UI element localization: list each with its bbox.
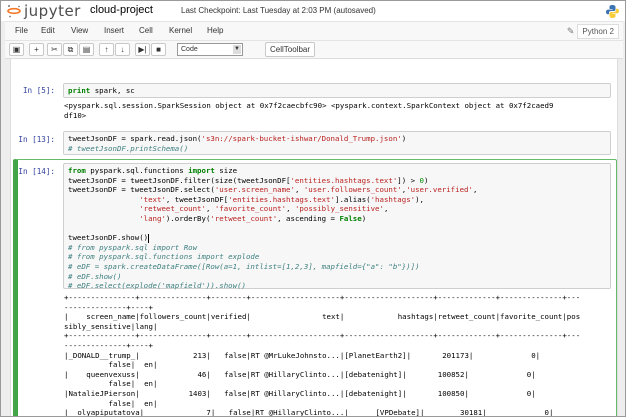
- python-logo-icon: [606, 5, 619, 18]
- run-button[interactable]: ▶|: [135, 43, 150, 56]
- paste-button[interactable]: ▤: [79, 43, 94, 56]
- menu-kernel[interactable]: Kernel: [169, 26, 192, 35]
- cell-14-prompt: In [14]:: [18, 167, 55, 176]
- stop-button[interactable]: ■: [151, 43, 166, 56]
- cell-5-output: <pyspark.sql.session.SparkSession object…: [64, 101, 554, 120]
- chevron-down-icon: ▼: [233, 45, 241, 54]
- cell-14-code: from pyspark.sql.functions import size t…: [68, 166, 478, 291]
- cell-5-input[interactable]: print spark, sc: [63, 83, 611, 98]
- kernel-indicator: ✎ Python 2: [567, 24, 619, 39]
- menu-cell[interactable]: Cell: [139, 26, 153, 35]
- save-button[interactable]: ▣: [9, 43, 24, 56]
- menu-insert[interactable]: Insert: [104, 26, 124, 35]
- menu-edit[interactable]: Edit: [41, 26, 55, 35]
- cell-13-prompt: In [13]:: [18, 135, 55, 144]
- notebook-name[interactable]: cloud-project: [90, 4, 153, 16]
- checkpoint-status: Last Checkpoint: Last Tuesday at 2:03 PM…: [181, 6, 376, 15]
- celltoolbar-button[interactable]: CellToolbar: [265, 42, 316, 57]
- cut-button[interactable]: ✂: [47, 43, 62, 56]
- cell-13-code: tweetJsonDF = spark.read.json('s3n://spa…: [68, 134, 407, 153]
- insert-cell-button[interactable]: +: [29, 43, 44, 56]
- cell-type-value: Code: [181, 46, 198, 53]
- cell-5-prompt: In [5]:: [22, 86, 55, 95]
- jupyter-logo-text[interactable]: jupyter: [24, 2, 81, 20]
- menu-help[interactable]: Help: [207, 26, 223, 35]
- cell-14-input[interactable]: from pyspark.sql.functions import size t…: [63, 163, 611, 290]
- edit-mode-icon: ✎: [566, 26, 575, 36]
- cell-5-code: print spark, sc: [68, 86, 135, 95]
- cell-14-output: +---------------+---------------+-------…: [64, 293, 581, 417]
- jupyter-logo-icon: [7, 5, 21, 18]
- toolbar: ▣ + ✂ ⧉ ▤ ↑ ↓ ▶| ■ ↻ Code ▼ CellToolbar: [5, 41, 623, 59]
- cell-13-input[interactable]: tweetJsonDF = spark.read.json('s3n://spa…: [63, 131, 611, 155]
- notebook-container: In [5]: print spark, sc <pyspark.sql.ses…: [10, 59, 618, 417]
- cell-type-select[interactable]: Code ▼: [177, 43, 243, 56]
- kernel-name[interactable]: Python 2: [577, 24, 619, 39]
- move-down-button[interactable]: ↓: [115, 43, 130, 56]
- menu-view[interactable]: View: [71, 26, 88, 35]
- menu-file[interactable]: File: [15, 26, 28, 35]
- copy-button[interactable]: ⧉: [63, 43, 78, 56]
- move-up-button[interactable]: ↑: [99, 43, 114, 56]
- jupyter-window: jupyter cloud-project Last Checkpoint: L…: [0, 0, 626, 417]
- header: jupyter cloud-project Last Checkpoint: L…: [1, 1, 625, 21]
- menubar: File Edit View Insert Cell Kernel Help ✎…: [5, 21, 623, 41]
